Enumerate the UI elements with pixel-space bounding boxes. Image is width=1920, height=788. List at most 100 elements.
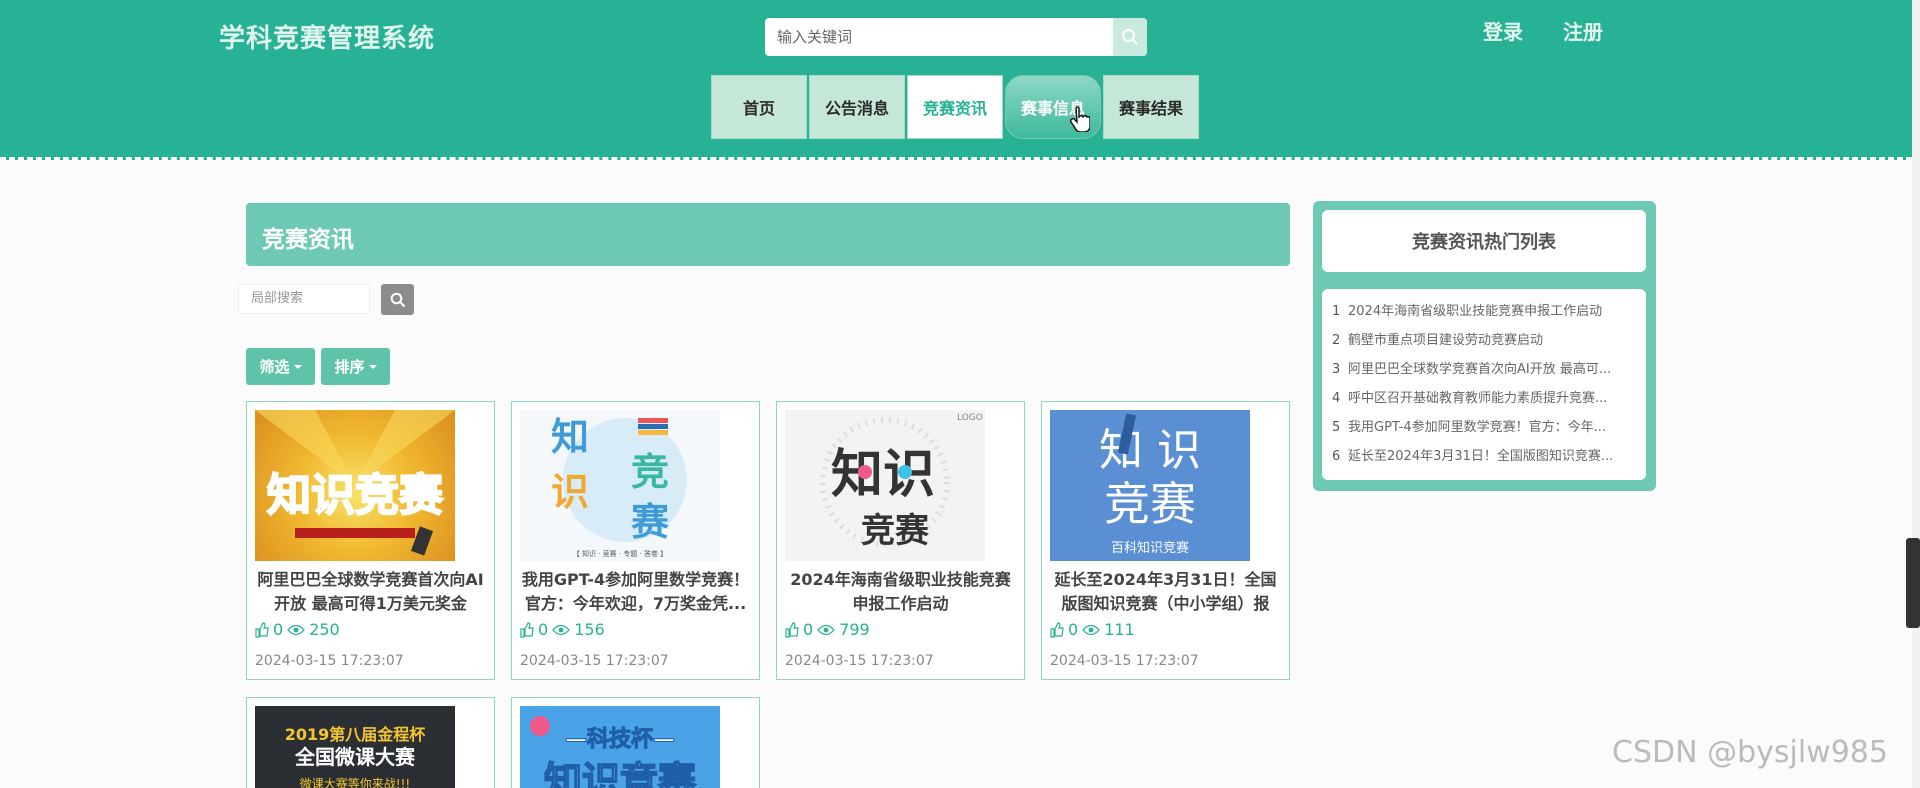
caret-down-icon bbox=[368, 364, 377, 369]
search-input[interactable] bbox=[765, 18, 1115, 56]
hot-list-item[interactable]: 5 我用GPT-4参加阿里数学竞赛！官方：今年... bbox=[1332, 413, 1636, 442]
svg-text:LOGO: LOGO bbox=[957, 413, 983, 423]
nav-item-results[interactable]: 赛事结果 bbox=[1103, 75, 1199, 139]
register-link[interactable]: 注册 bbox=[1563, 16, 1603, 45]
sort-label: 排序 bbox=[334, 358, 365, 376]
nav-item-announcements[interactable]: 公告消息 bbox=[809, 75, 905, 139]
knowledge-contest-poster: 知 识 竞 赛 【 知识 · 竞赛 · 专题 · 答卷 】 bbox=[551, 415, 687, 558]
thumbs-up-icon[interactable] bbox=[1050, 621, 1064, 638]
eye-icon bbox=[552, 624, 571, 635]
news-date: 2024-03-15 17:23:07 bbox=[520, 653, 669, 669]
svg-text:知: 知 bbox=[551, 415, 589, 459]
svg-text:赛: 赛 bbox=[631, 500, 670, 544]
scrollbar-thumb[interactable] bbox=[1906, 538, 1920, 628]
news-stats: 0 156 bbox=[520, 620, 605, 639]
view-count: 156 bbox=[574, 620, 605, 639]
like-count: 0 bbox=[803, 620, 814, 639]
news-card[interactable]: 知 识 竞 赛 【 知识 · 竞赛 · 专题 · 答卷 】 我用GPT-4参加阿… bbox=[511, 401, 760, 680]
like-count: 0 bbox=[538, 620, 549, 639]
svg-text:【 知识 · 竞赛 · 专题 · 答卷 】: 【 知识 · 竞赛 · 专题 · 答卷 】 bbox=[573, 549, 667, 558]
filter-dropdown-button[interactable]: 筛选 bbox=[246, 348, 315, 385]
svg-text:竞赛: 竞赛 bbox=[861, 511, 930, 551]
news-title[interactable]: 2024年海南省级职业技能竞赛申报工作启动 bbox=[783, 568, 1018, 616]
view-count: 111 bbox=[1104, 620, 1135, 639]
svg-text:微课大赛等你来战!!!: 微课大赛等你来战!!! bbox=[300, 776, 410, 788]
news-thumbnail[interactable]: 知识竞赛 bbox=[255, 410, 455, 561]
news-thumbnail[interactable]: LOGO 知识 竞赛 bbox=[785, 410, 985, 561]
news-thumbnail[interactable]: 知 识 竞 赛 【 知识 · 竞赛 · 专题 · 答卷 】 bbox=[520, 410, 720, 561]
news-date: 2024-03-15 17:23:07 bbox=[255, 653, 404, 669]
news-card[interactable]: 知 识 竞赛 百科知识竞赛 延长至2024年3月31日！全国版图知识竞赛（中小学… bbox=[1041, 401, 1290, 680]
news-thumbnail[interactable]: 2019第八届金程杯 全国微课大赛 微课大赛等你来战!!! bbox=[255, 706, 455, 788]
svg-text:知识: 知识 bbox=[831, 445, 935, 505]
svg-text:2019第八届金程杯: 2019第八届金程杯 bbox=[285, 725, 427, 744]
news-date: 2024-03-15 17:23:07 bbox=[785, 653, 934, 669]
watermark: CSDN @bysjlw985 bbox=[1612, 735, 1888, 770]
login-link[interactable]: 登录 bbox=[1483, 16, 1523, 45]
news-title[interactable]: 延长至2024年3月31日！全国版图知识竞赛（中小学组）报名... bbox=[1048, 568, 1283, 616]
svg-text:知 识: 知 识 bbox=[1099, 425, 1201, 476]
news-title[interactable]: 我用GPT-4参加阿里数学竞赛！官方：今年欢迎，7万奖金凭... bbox=[518, 568, 753, 616]
hand-cursor-icon bbox=[1070, 106, 1090, 132]
scrollbar-track[interactable] bbox=[1912, 0, 1920, 788]
nav-item-competition-news[interactable]: 竞赛资讯 bbox=[907, 75, 1003, 139]
filter-label: 筛选 bbox=[259, 358, 290, 376]
news-stats: 0 250 bbox=[255, 620, 340, 639]
thumbs-up-icon[interactable] bbox=[785, 621, 799, 638]
svg-text:竞: 竞 bbox=[631, 450, 669, 494]
view-count: 799 bbox=[839, 620, 870, 639]
like-count: 0 bbox=[1068, 620, 1079, 639]
hot-list-item[interactable]: 4 呼中区召开基础教育教师能力素质提升竞赛... bbox=[1332, 384, 1636, 413]
svg-text:全国微课大赛: 全国微课大赛 bbox=[294, 745, 416, 769]
eye-icon bbox=[1082, 624, 1101, 635]
knowledge-contest-poster: LOGO 知识 竞赛 bbox=[820, 413, 983, 551]
site-title[interactable]: 学科竞赛管理系统 bbox=[219, 18, 435, 55]
micro-course-contest-poster: 2019第八届金程杯 全国微课大赛 微课大赛等你来战!!! bbox=[285, 725, 427, 788]
knowledge-contest-poster: 知 识 竞赛 百科知识竞赛 bbox=[1099, 413, 1201, 556]
thumbs-up-icon[interactable] bbox=[520, 621, 534, 638]
sort-dropdown-button[interactable]: 排序 bbox=[321, 348, 390, 385]
svg-text:识: 识 bbox=[551, 470, 589, 514]
svg-text:—科技杯—: —科技杯— bbox=[565, 727, 675, 752]
main-nav: 首页 公告消息 竞赛资讯 赛事信息 赛事结果 bbox=[711, 75, 1201, 139]
thumbs-up-icon[interactable] bbox=[255, 621, 269, 638]
news-card[interactable]: 2019第八届金程杯 全国微课大赛 微课大赛等你来战!!! bbox=[246, 697, 495, 788]
eye-icon bbox=[817, 624, 836, 635]
hot-list-item[interactable]: 1 2024年海南省级职业技能竞赛申报工作启动 bbox=[1332, 297, 1636, 326]
nav-item-home[interactable]: 首页 bbox=[711, 75, 807, 139]
knowledge-contest-poster: 知识竞赛 bbox=[255, 410, 455, 556]
local-search-input[interactable]: 局部搜索 bbox=[238, 284, 370, 314]
section-title: 竞赛资讯 bbox=[262, 227, 354, 253]
local-search-button[interactable] bbox=[381, 284, 414, 315]
nav-item-event-info[interactable]: 赛事信息 bbox=[1005, 75, 1101, 139]
search-icon bbox=[390, 292, 405, 307]
search-button[interactable] bbox=[1113, 18, 1147, 56]
svg-text:知识竞赛: 知识竞赛 bbox=[544, 759, 697, 788]
svg-text:竞赛: 竞赛 bbox=[1104, 477, 1196, 531]
view-count: 250 bbox=[309, 620, 340, 639]
news-thumbnail[interactable]: —科技杯— 知识竞赛 bbox=[520, 706, 720, 788]
eye-icon bbox=[287, 624, 306, 635]
search-icon bbox=[1122, 29, 1138, 45]
hot-list-item[interactable]: 6 延长至2024年3月31日！全国版图知识竞赛... bbox=[1332, 442, 1636, 471]
svg-text:百科知识竞赛: 百科知识竞赛 bbox=[1111, 540, 1189, 556]
search-box bbox=[765, 18, 1147, 56]
news-stats: 0 111 bbox=[1050, 620, 1135, 639]
tech-cup-contest-poster: —科技杯— 知识竞赛 bbox=[530, 716, 698, 788]
hot-list: 1 2024年海南省级职业技能竞赛申报工作启动 2 鹤壁市重点项目建设劳动竞赛启动 … bbox=[1322, 289, 1646, 480]
news-stats: 0 799 bbox=[785, 620, 870, 639]
news-card[interactable]: —科技杯— 知识竞赛 bbox=[511, 697, 760, 788]
hot-list-title: 竞赛资讯热门列表 bbox=[1322, 210, 1646, 272]
news-thumbnail[interactable]: 知 识 竞赛 百科知识竞赛 bbox=[1050, 410, 1250, 561]
hot-list-item[interactable]: 3 阿里巴巴全球数学竞赛首次向AI开放 最高可... bbox=[1332, 355, 1636, 384]
news-title[interactable]: 阿里巴巴全球数学竞赛首次向AI开放 最高可得1万美元奖金 bbox=[253, 568, 488, 616]
like-count: 0 bbox=[273, 620, 284, 639]
hot-list-panel: 竞赛资讯热门列表 1 2024年海南省级职业技能竞赛申报工作启动 2 鹤壁市重点项目… bbox=[1313, 201, 1656, 491]
hot-list-item[interactable]: 2 鹤壁市重点项目建设劳动竞赛启动 bbox=[1332, 326, 1636, 355]
news-card[interactable]: 知识竞赛 阿里巴巴全球数学竞赛首次向AI开放 最高可得1万美元奖金 0 250 … bbox=[246, 401, 495, 680]
news-date: 2024-03-15 17:23:07 bbox=[1050, 653, 1199, 669]
header: 学科竞赛管理系统 登录 注册 首页 公告消息 竞赛资讯 赛事信息 赛事结果 bbox=[0, 0, 1912, 160]
caret-down-icon bbox=[293, 364, 302, 369]
poster-text: 知识竞赛 bbox=[267, 470, 444, 521]
news-card[interactable]: LOGO 知识 竞赛 2024年海南省级职业技能竞赛申报工作启动 0 799 2… bbox=[776, 401, 1025, 680]
